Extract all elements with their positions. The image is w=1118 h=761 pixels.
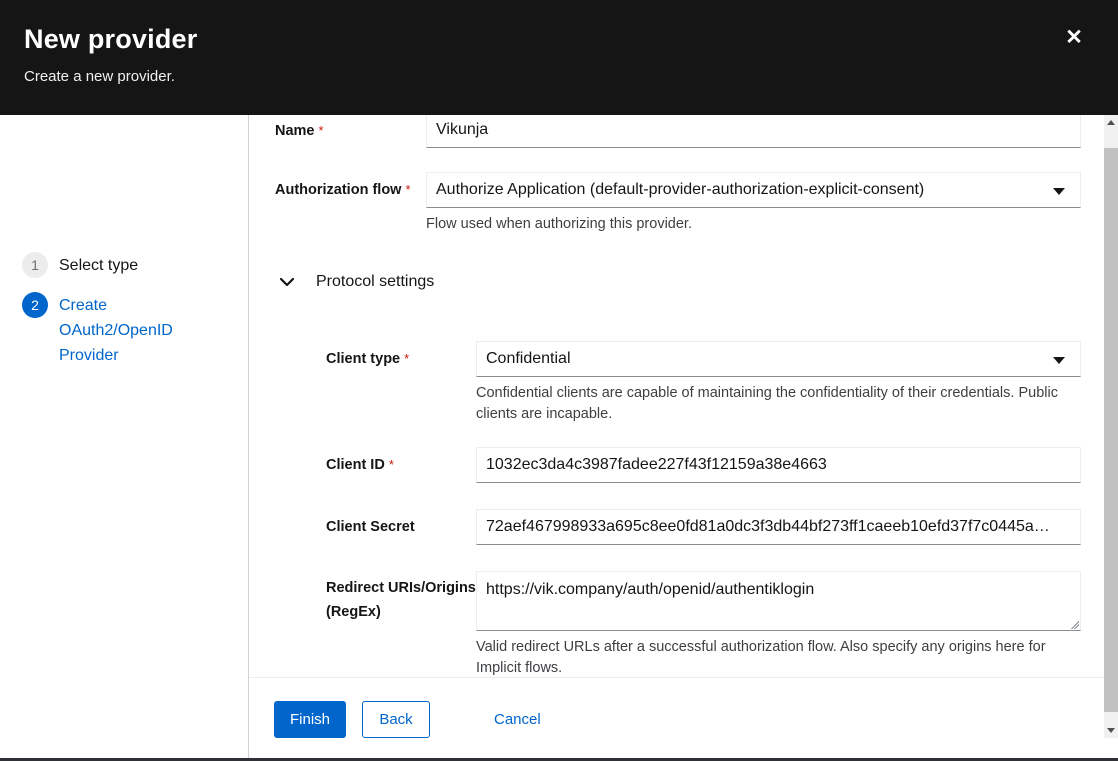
required-asterisk: * [400,351,409,366]
client-type-value: Confidential [486,350,571,368]
authorization-flow-value: Authorize Application (default-provider-… [436,181,924,199]
step-number-badge: 1 [22,252,48,278]
authorization-flow-help: Flow used when authorizing this provider… [426,214,1081,235]
redirect-uris-help: Valid redirect URLs after a successful a… [476,637,1081,677]
close-icon[interactable]: ✕ [1060,24,1088,52]
required-asterisk: * [401,182,410,197]
required-asterisk: * [385,457,394,472]
client-secret-label: Client Secret [326,519,476,535]
scroll-up-icon[interactable] [1104,115,1118,130]
chevron-down-icon [1053,357,1065,364]
resize-grip-icon[interactable] [1070,620,1079,629]
protocol-settings-expander[interactable]: Protocol settings [280,273,434,291]
client-type-select[interactable]: Confidential [476,341,1081,377]
back-button[interactable]: Back [362,701,430,738]
authorization-flow-select[interactable]: Authorize Application (default-provider-… [426,172,1081,208]
client-id-label: Client ID* [326,457,476,473]
client-type-help: Confidential clients are capable of main… [476,383,1081,425]
client-secret-input[interactable] [476,509,1081,545]
redirect-uris-label: Redirect URIs/Origins [326,580,476,596]
form-scroll-area: Name* Authorization flow* Authorize Appl… [249,115,1104,677]
modal-subtitle: Create a new provider. [24,68,175,85]
vertical-scrollbar[interactable] [1104,115,1118,738]
modal-title: New provider [24,24,197,55]
wizard-sidebar: 1 Select type 2 Create OAuth2/OpenID Pro… [0,115,249,758]
wizard-step-create-provider[interactable]: 2 Create OAuth2/OpenID Provider [22,292,199,368]
cancel-button[interactable]: Cancel [494,701,541,738]
name-label: Name* [275,123,425,139]
scrollbar-thumb[interactable] [1104,148,1118,712]
redirect-uris-label-line2: (RegEx) [326,604,476,620]
step-number-badge: 2 [22,292,48,318]
wizard-step-label: Create OAuth2/OpenID Provider [59,292,199,368]
client-id-input[interactable] [476,447,1081,483]
required-asterisk: * [315,123,324,138]
wizard-step-select-type[interactable]: 1 Select type [22,252,199,278]
wizard-step-label: Select type [59,252,199,278]
modal-header: New provider Create a new provider. ✕ [0,0,1118,115]
protocol-settings-label: Protocol settings [316,273,434,291]
finish-button[interactable]: Finish [274,701,346,738]
scroll-down-icon[interactable] [1104,723,1118,738]
new-provider-modal: New provider Create a new provider. ✕ 1 … [0,0,1118,761]
wizard-footer: Finish Back Cancel [249,677,1104,739]
chevron-down-icon [280,278,294,287]
name-input[interactable] [426,115,1081,148]
chevron-down-icon [1053,188,1065,195]
redirect-uris-textarea[interactable]: https://vik.company/auth/openid/authenti… [476,571,1081,631]
authorization-flow-label: Authorization flow* [275,182,425,198]
client-type-label: Client type* [326,351,476,367]
